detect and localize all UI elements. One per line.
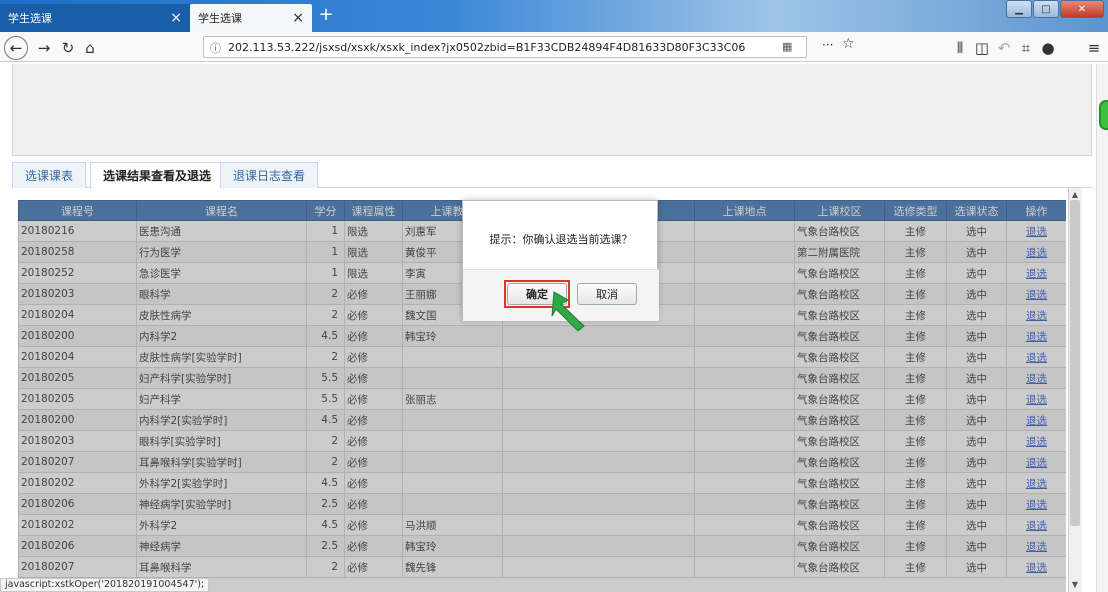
tab-title: 学生选课 <box>198 12 242 25</box>
browser-tab-2[interactable]: 学生选课 × <box>190 4 312 32</box>
back-arrow-icon[interactable]: ← <box>4 36 28 60</box>
bookmark-star-icon[interactable]: ☆ <box>842 36 855 52</box>
tab-selection-results[interactable]: 选课结果查看及退选 <box>90 162 225 189</box>
close-tab-icon[interactable]: × <box>170 11 182 25</box>
dialog-message: 提示：你确认退选当前选课？ <box>489 233 633 246</box>
home-icon[interactable]: ⌂ <box>80 38 100 58</box>
screenshot-icon[interactable]: ⌗ <box>1016 38 1036 58</box>
qr-code-icon[interactable]: ▦ <box>782 40 792 53</box>
info-icon[interactable]: ⓘ <box>210 40 221 56</box>
window-close-icon[interactable]: ✕ <box>1060 0 1104 18</box>
window-controls: ▁ □ ✕ <box>1005 0 1104 20</box>
tab-title: 学生选课 <box>8 12 52 25</box>
reload-icon[interactable]: ↻ <box>58 38 78 58</box>
tab-drop-log[interactable]: 退课日志查看 <box>220 162 319 188</box>
minimize-icon[interactable]: ▁ <box>1006 0 1032 18</box>
page-scrollbar[interactable] <box>1096 64 1108 592</box>
page-actions-icon[interactable]: ··· <box>822 38 833 52</box>
menu-icon[interactable]: ≡ <box>1084 38 1104 58</box>
tab-course-schedule[interactable]: 选课课表 <box>12 162 87 188</box>
cancel-button[interactable]: 取消 <box>577 283 637 305</box>
library-icon[interactable]: ⫴ <box>950 38 970 58</box>
table-scroll-thumb[interactable] <box>1070 200 1080 526</box>
page-tabs: 选课课表 选课结果查看及退选 退课日志查看 <box>12 160 1092 189</box>
browser-tab-bar: 学生选课 × 学生选课 × + ▁ □ ✕ <box>0 0 1108 32</box>
undo-icon[interactable]: ↶ <box>994 38 1014 58</box>
floating-side-button[interactable] <box>1099 100 1108 130</box>
close-tab-icon[interactable]: × <box>292 11 304 25</box>
scroll-up-icon[interactable]: ▲ <box>1070 190 1080 200</box>
top-panel <box>12 64 1092 156</box>
forward-arrow-icon[interactable]: → <box>34 38 54 58</box>
address-bar[interactable]: ⓘ 202.113.53.222/jsxsd/xsxk/xsxk_index?j… <box>203 36 807 58</box>
navigation-bar: ← → ↻ ⌂ ⓘ 202.113.53.222/jsxsd/xsxk/xsxk… <box>0 32 1108 62</box>
scroll-down-icon[interactable]: ▼ <box>1070 580 1080 590</box>
new-tab-icon[interactable]: + <box>316 6 336 26</box>
status-bar: javascript:xstkOper('201820191004547'); <box>0 578 210 592</box>
sidebar-icon[interactable]: ◫ <box>972 38 992 58</box>
pointer-arrow-icon <box>551 291 585 332</box>
chat-icon[interactable]: ● <box>1038 38 1058 58</box>
maximize-icon[interactable]: □ <box>1033 0 1059 18</box>
url-text: 202.113.53.222/jsxsd/xsxk/xsxk_index?jx0… <box>228 41 746 54</box>
browser-tab-1[interactable]: 学生选课 × <box>0 4 190 32</box>
